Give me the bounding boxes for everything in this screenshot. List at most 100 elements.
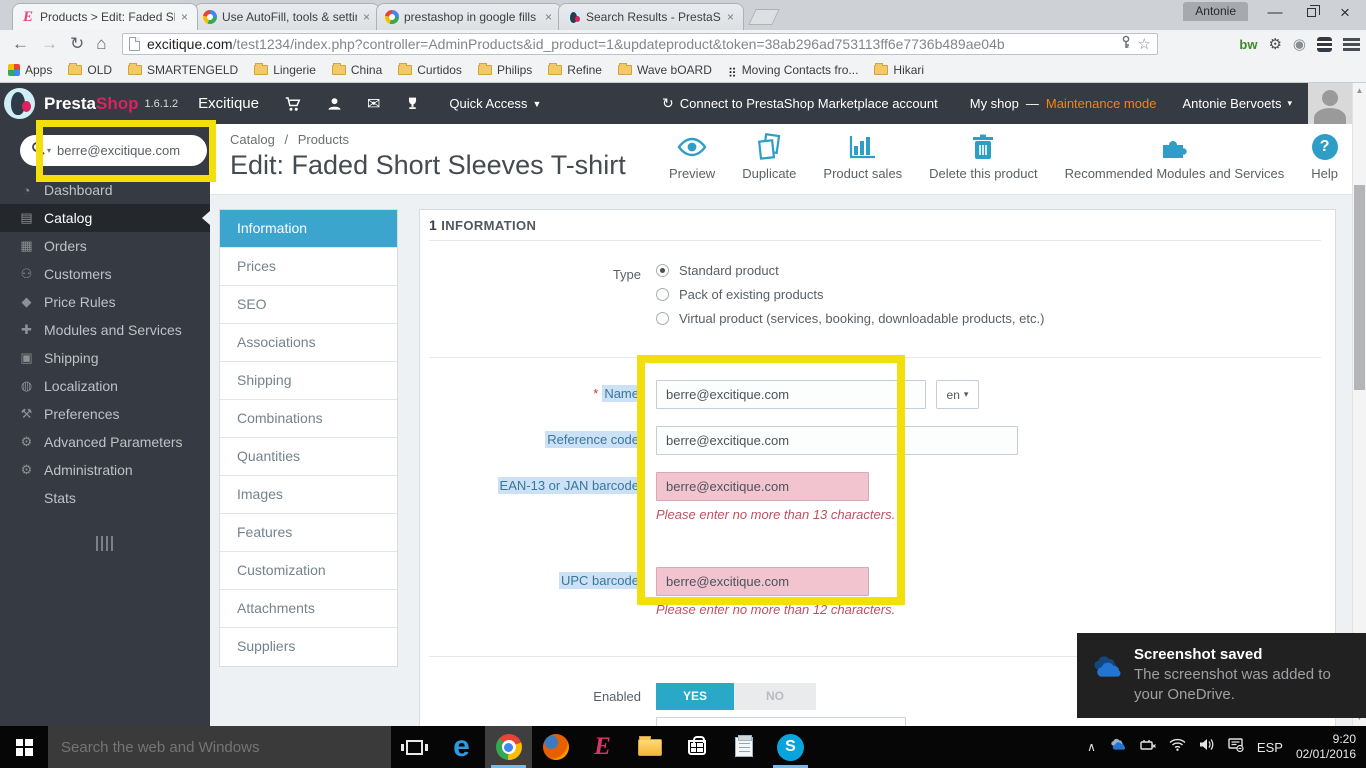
- language-dropdown[interactable]: en ▾: [936, 380, 979, 409]
- taskbar-search[interactable]: [48, 726, 391, 768]
- extension-reel-icon[interactable]: ◉: [1293, 35, 1306, 53]
- reference-input[interactable]: [656, 426, 1018, 455]
- tab-combinations[interactable]: Combinations: [220, 400, 397, 438]
- bookmark-folder[interactable]: Curtidos: [398, 63, 462, 77]
- extension-gear-icon[interactable]: ⚙: [1268, 35, 1281, 53]
- my-shop-link[interactable]: My shop: [970, 96, 1019, 111]
- marketplace-link[interactable]: ↻ Connect to PrestaShop Marketplace acco…: [662, 95, 938, 112]
- tab-seo[interactable]: SEO: [220, 286, 397, 324]
- taskbar-search-input[interactable]: [61, 738, 361, 756]
- file-explorer-button[interactable]: [626, 726, 673, 768]
- radio-icon[interactable]: [656, 312, 669, 325]
- tab-search-results[interactable]: Search Results - PrestaSho ×: [558, 3, 744, 30]
- sidebar-item-orders[interactable]: ▦ Orders: [0, 232, 210, 260]
- enabled-toggle[interactable]: YES NO: [656, 683, 816, 710]
- tab-prestashop-google[interactable]: prestashop in google fills ×: [376, 3, 562, 30]
- chrome-button[interactable]: [485, 726, 532, 768]
- trophy-icon[interactable]: [404, 95, 421, 113]
- search-type-caret-icon[interactable]: ▾: [47, 146, 51, 155]
- bookmark-folder[interactable]: Refine: [548, 63, 602, 77]
- tab-quantities[interactable]: Quantities: [220, 438, 397, 476]
- tray-chevron-up-icon[interactable]: ∧: [1087, 740, 1096, 754]
- tab-suppliers[interactable]: Suppliers: [220, 628, 397, 666]
- help-button[interactable]: ? Help: [1311, 131, 1338, 181]
- quick-access-menu[interactable]: Quick Access ▼: [449, 96, 541, 111]
- sidebar-item-dashboard[interactable]: ◔ Dashboard: [0, 176, 210, 204]
- product-sales-button[interactable]: Product sales: [823, 131, 902, 181]
- tray-action-center-icon[interactable]: [1228, 737, 1244, 757]
- sidebar-item-modules[interactable]: ✚ Modules and Services: [0, 316, 210, 344]
- extension-dark-icon[interactable]: [1317, 36, 1332, 52]
- toggle-yes[interactable]: YES: [656, 683, 734, 710]
- scroll-up-icon[interactable]: ▲: [1353, 83, 1366, 99]
- chrome-menu-icon[interactable]: [1343, 37, 1360, 51]
- bookmark-folder[interactable]: Hikari: [874, 63, 924, 77]
- tab-customization[interactable]: Customization: [220, 552, 397, 590]
- name-input[interactable]: [656, 380, 926, 409]
- sidebar-search[interactable]: ▾: [20, 135, 207, 166]
- tab-close-icon[interactable]: ×: [179, 10, 190, 24]
- bookmark-folder[interactable]: Wave bOARD: [617, 63, 712, 77]
- tab-products-edit[interactable]: E Products > Edit: Faded Sho ×: [12, 3, 198, 30]
- tray-wifi-icon[interactable]: [1169, 738, 1186, 756]
- user-menu[interactable]: Antonie Bervoets ▾: [1182, 96, 1292, 111]
- sidebar-item-price-rules[interactable]: ◆ Price Rules: [0, 288, 210, 316]
- new-tab-button[interactable]: [748, 9, 780, 25]
- tray-clock[interactable]: 9:20 02/01/2016: [1296, 732, 1356, 762]
- skype-button[interactable]: S: [767, 726, 814, 768]
- tab-attachments[interactable]: Attachments: [220, 590, 397, 628]
- tray-power-icon[interactable]: [1140, 738, 1156, 756]
- window-restore-button[interactable]: [1296, 2, 1326, 24]
- sidebar-item-catalog[interactable]: ▤ Catalog: [0, 204, 210, 232]
- sidebar-search-input[interactable]: [57, 143, 188, 158]
- shop-name-link[interactable]: Excitique: [198, 95, 259, 112]
- messages-icon[interactable]: ✉: [367, 94, 380, 114]
- tab-associations[interactable]: Associations: [220, 324, 397, 362]
- bookmark-folder[interactable]: OLD: [68, 63, 112, 77]
- tab-close-icon[interactable]: ×: [725, 10, 736, 24]
- tab-close-icon[interactable]: ×: [361, 10, 372, 24]
- bookmark-folder[interactable]: SMARTENGELD: [128, 63, 238, 77]
- start-button[interactable]: [0, 726, 48, 768]
- tab-information[interactable]: Information: [220, 210, 397, 248]
- sidebar-item-preferences[interactable]: ⚒ Preferences: [0, 400, 210, 428]
- cart-icon[interactable]: [283, 95, 302, 113]
- windows-store-button[interactable]: [673, 726, 720, 768]
- duplicate-button[interactable]: Duplicate: [742, 131, 796, 181]
- tray-volume-icon[interactable]: [1199, 738, 1215, 756]
- breadcrumb-catalog[interactable]: Catalog: [230, 132, 275, 147]
- upc-input[interactable]: [656, 567, 869, 596]
- extension-bw-icon[interactable]: bw: [1239, 37, 1257, 52]
- radio-icon[interactable]: [656, 264, 669, 277]
- tab-autofill[interactable]: Use AutoFill, tools & settin ×: [194, 3, 380, 30]
- sidebar-item-shipping[interactable]: ▣ Shipping: [0, 344, 210, 372]
- recommended-modules-button[interactable]: Recommended Modules and Services: [1065, 131, 1284, 181]
- sidebar-item-advanced-parameters[interactable]: ⚙ Advanced Parameters: [0, 428, 210, 456]
- task-view-button[interactable]: [391, 726, 438, 768]
- address-bar[interactable]: excitique.com/test1234/index.php?control…: [122, 33, 1158, 55]
- scrollbar-thumb[interactable]: [1354, 185, 1365, 390]
- forward-icon[interactable]: →: [41, 34, 58, 54]
- bookmark-folder[interactable]: Lingerie: [254, 63, 316, 77]
- browser-profile-badge[interactable]: Antonie: [1183, 2, 1248, 21]
- bookmark-folder[interactable]: Philips: [477, 63, 532, 77]
- radio-standard-product[interactable]: Standard product: [656, 263, 779, 278]
- bookmark-moving-contacts[interactable]: ⣶ Moving Contacts fro...: [728, 63, 859, 77]
- window-close-button[interactable]: ×: [1330, 2, 1360, 24]
- toggle-no[interactable]: NO: [734, 683, 816, 710]
- back-icon[interactable]: ←: [12, 34, 29, 54]
- prestashop-logo-icon[interactable]: [4, 88, 35, 119]
- home-icon[interactable]: ⌂: [96, 34, 106, 54]
- tray-onedrive-icon[interactable]: [1109, 738, 1127, 756]
- window-minimize-button[interactable]: —: [1260, 2, 1290, 24]
- tab-images[interactable]: Images: [220, 476, 397, 514]
- radio-virtual-product[interactable]: Virtual product (services, booking, down…: [656, 311, 1044, 326]
- bookmark-star-icon[interactable]: ☆: [1138, 35, 1151, 53]
- radio-pack-products[interactable]: Pack of existing products: [656, 287, 824, 302]
- firefox-button[interactable]: [532, 726, 579, 768]
- key-icon[interactable]: [1120, 35, 1132, 54]
- onedrive-toast[interactable]: Screenshot saved The screenshot was adde…: [1077, 633, 1366, 718]
- tab-features[interactable]: Features: [220, 514, 397, 552]
- tray-language-indicator[interactable]: ESP: [1257, 740, 1283, 755]
- avatar[interactable]: [1308, 83, 1352, 124]
